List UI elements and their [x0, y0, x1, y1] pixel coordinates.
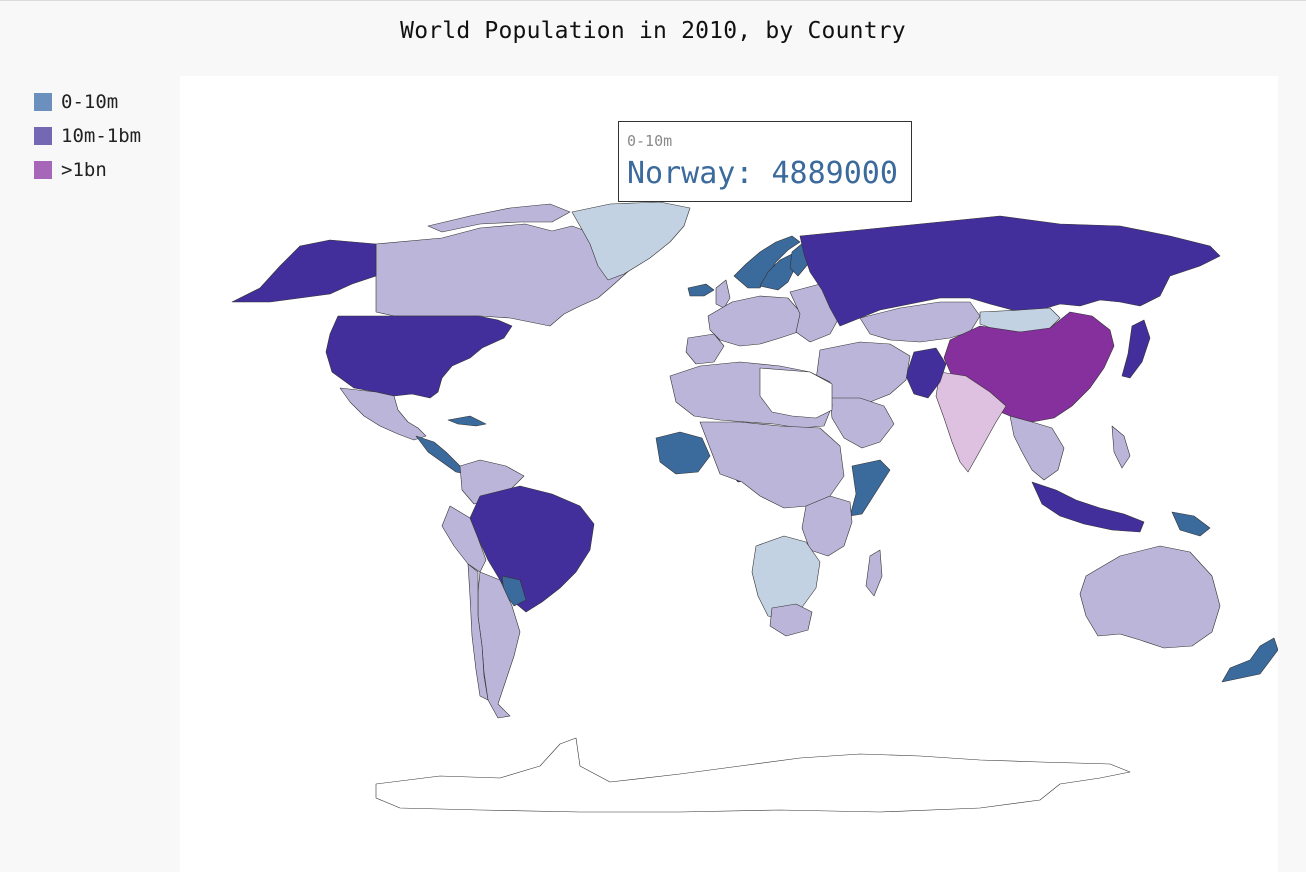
tooltip-range-label: 0-10m [627, 132, 673, 150]
country-cuba[interactable] [447, 415, 487, 427]
legend-swatch-10m-1bm [34, 127, 52, 145]
legend-swatch-0-10m [34, 93, 52, 111]
map-plot-area: 0-10m Norway: 4889000 [180, 76, 1278, 872]
country-antarctica[interactable] [375, 737, 1131, 813]
legend-label-10m-1bm: 10m-1bm [61, 125, 142, 147]
legend-item-0-10m[interactable]: 0-10m [34, 91, 141, 113]
country-saudi-arabia[interactable] [829, 397, 895, 449]
country-somalia[interactable] [849, 459, 891, 517]
country-new-zealand[interactable] [1221, 637, 1278, 683]
legend-label-over-1bn: >1bn [61, 159, 107, 181]
legend-label-0-10m: 0-10m [61, 91, 119, 113]
country-alaska[interactable] [231, 239, 377, 303]
country-madagascar[interactable] [865, 549, 883, 597]
tooltip-value: Norway: 4889000 [627, 156, 898, 191]
country-philippines[interactable] [1111, 425, 1131, 469]
country-central-africa[interactable] [699, 421, 845, 509]
legend-item-10m-1bm[interactable]: 10m-1bm [34, 125, 142, 147]
top-rule [0, 0, 1306, 1]
country-west-africa[interactable] [655, 431, 711, 475]
map-tooltip: 0-10m Norway: 4889000 [618, 121, 912, 202]
country-south-africa[interactable] [769, 603, 813, 637]
legend-item-over-1bn[interactable]: >1bn [34, 159, 141, 181]
chart-title: World Population in 2010, by Country [400, 18, 906, 44]
country-usa[interactable] [325, 315, 513, 399]
country-japan[interactable] [1121, 319, 1151, 379]
country-papua-new-guinea[interactable] [1171, 511, 1211, 537]
country-central-america[interactable] [415, 435, 467, 475]
country-russia[interactable] [799, 215, 1221, 327]
country-mexico[interactable] [339, 387, 427, 441]
country-indonesia[interactable] [1031, 481, 1145, 533]
country-uk[interactable] [715, 279, 731, 309]
country-iceland[interactable] [687, 283, 715, 297]
country-australia[interactable] [1079, 545, 1221, 649]
legend: 0-10m 10m-1bm >1bn [34, 91, 142, 194]
legend-swatch-over-1bn [34, 161, 52, 179]
country-southeast-asia[interactable] [1009, 415, 1065, 481]
